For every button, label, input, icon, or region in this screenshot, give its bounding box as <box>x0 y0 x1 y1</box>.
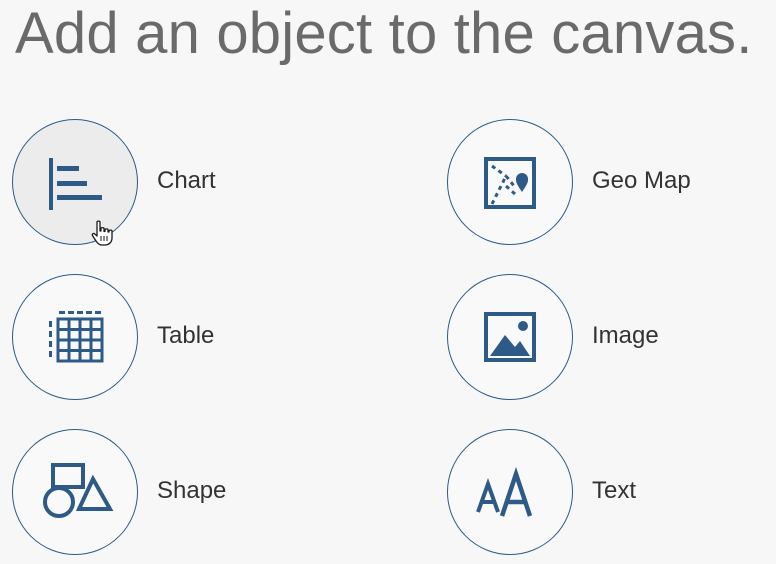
geo-map-label: Geo Map <box>592 167 691 194</box>
add-text-button[interactable]: Text <box>447 429 747 555</box>
shape-label: Shape <box>157 477 227 504</box>
add-shape-button[interactable]: Shape <box>12 429 312 555</box>
shape-icon-circle[interactable] <box>12 429 138 555</box>
text-icon-circle[interactable] <box>447 429 573 555</box>
image-icon-circle[interactable] <box>447 274 573 400</box>
table-icon <box>49 311 104 363</box>
chart-label: Chart <box>157 167 216 194</box>
bar-chart-icon <box>49 158 102 210</box>
hand-cursor-icon <box>91 220 113 246</box>
text-icon <box>476 466 533 517</box>
add-geo-map-button[interactable]: Geo Map <box>447 119 747 245</box>
shape-icon <box>43 463 114 518</box>
add-table-button[interactable]: Table <box>12 274 312 400</box>
image-icon <box>484 312 536 362</box>
table-label: Table <box>157 322 215 349</box>
add-object-panel: Add an object to the canvas. Chart Geo M… <box>0 0 776 564</box>
add-image-button[interactable]: Image <box>447 274 747 400</box>
table-icon-circle[interactable] <box>12 274 138 400</box>
geo-map-icon-circle[interactable] <box>447 119 573 245</box>
geo-map-icon <box>484 157 536 209</box>
image-label: Image <box>592 322 659 349</box>
add-chart-button[interactable]: Chart <box>12 119 312 245</box>
page-title: Add an object to the canvas. <box>15 1 753 66</box>
text-label: Text <box>592 477 637 504</box>
chart-icon-circle[interactable] <box>12 119 138 245</box>
